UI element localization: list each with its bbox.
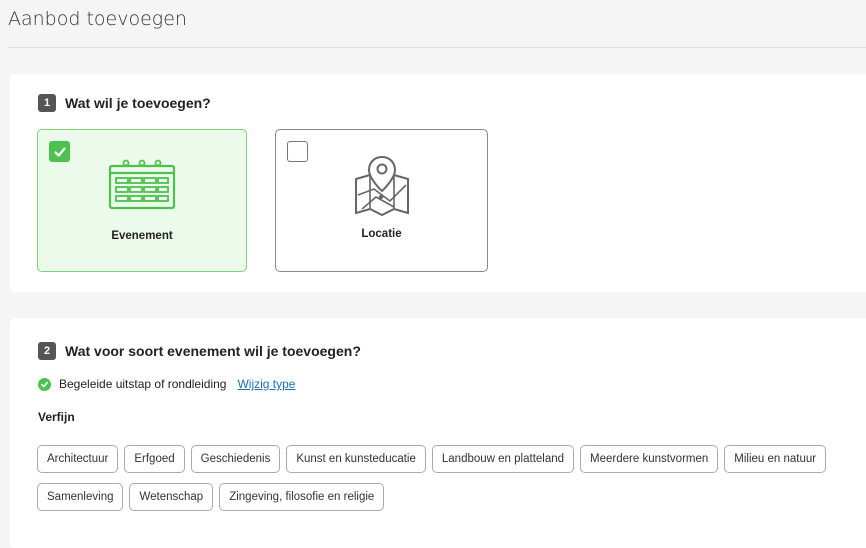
refine-tag[interactable]: Erfgoed (124, 445, 185, 473)
refine-tag[interactable]: Landbouw en platteland (431, 445, 575, 473)
step2-header: 2 Wat voor soort evenement wil je toevoe… (38, 342, 361, 360)
refine-tag[interactable]: Zingeving, filosofie en religie (219, 483, 385, 511)
change-type-link[interactable]: Wijzig type (237, 377, 295, 391)
refine-tags-row-1: Architectuur Erfgoed Geschiedenis Kunst … (37, 445, 866, 473)
refine-tag[interactable]: Architectuur (37, 445, 119, 473)
calendar-icon (106, 158, 178, 215)
check-circle-icon (38, 377, 51, 391)
step2-badge: 2 (38, 342, 56, 360)
refine-tag[interactable]: Wetenschap (129, 483, 214, 511)
step1-title: Wat wil je toevoegen? (65, 95, 211, 111)
selected-type-row: Begeleide uitstap of rondleiding Wijzig … (38, 377, 295, 391)
step1-badge: 1 (38, 94, 56, 112)
refine-tag[interactable]: Meerdere kunstvormen (580, 445, 719, 473)
option-evenement-label: Evenement (111, 230, 173, 242)
step1-header: 1 Wat wil je toevoegen? (38, 94, 211, 112)
option-evenement[interactable]: Evenement (37, 129, 247, 272)
option-locatie[interactable]: Locatie (275, 129, 488, 272)
refine-tag[interactable]: Milieu en natuur (724, 445, 827, 473)
refine-tags-row-2: Samenleving Wetenschap Zingeving, filoso… (37, 483, 866, 511)
selected-type-label: Begeleide uitstap of rondleiding (59, 377, 227, 391)
refine-tag[interactable]: Samenleving (37, 483, 124, 511)
refine-label: Verfijn (38, 410, 75, 424)
map-pin-icon (350, 155, 414, 224)
step2-title: Wat voor soort evenement wil je toevoege… (65, 343, 361, 359)
refine-tag[interactable]: Geschiedenis (190, 445, 281, 473)
option-locatie-label: Locatie (361, 228, 402, 240)
title-divider (8, 47, 866, 48)
step2-card: 2 Wat voor soort evenement wil je toevoe… (10, 318, 866, 548)
page-title: Aanbod toevoegen (8, 8, 187, 30)
step1-card: 1 Wat wil je toevoegen? Evenement Locati… (10, 74, 866, 292)
checkbox-checked[interactable] (49, 141, 70, 162)
check-icon (53, 146, 66, 157)
checkbox-unchecked[interactable] (287, 141, 308, 162)
refine-tag[interactable]: Kunst en kunsteducatie (286, 445, 426, 473)
